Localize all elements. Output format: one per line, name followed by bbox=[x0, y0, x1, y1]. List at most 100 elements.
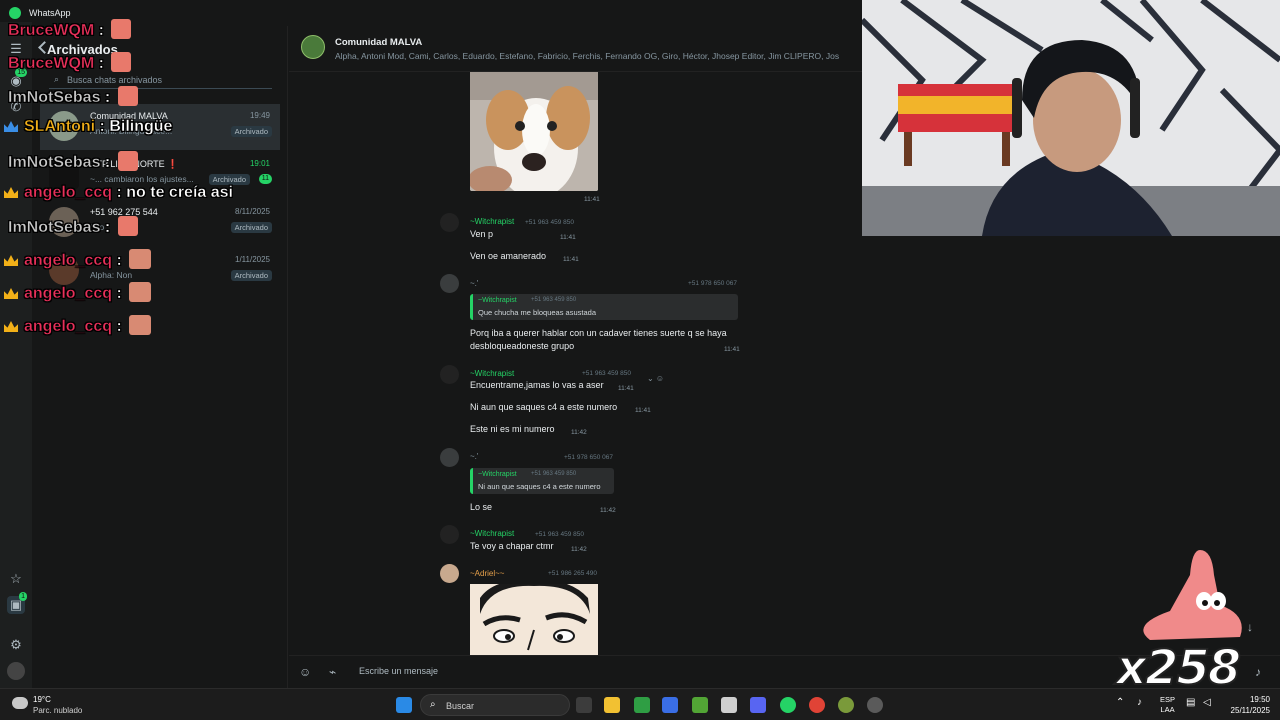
message-time: 11:41 bbox=[635, 407, 651, 414]
lang-code: ESP bbox=[1160, 695, 1176, 704]
message-time: 11:42 bbox=[600, 507, 616, 514]
cartoon-image[interactable] bbox=[470, 584, 598, 655]
weather-icon[interactable] bbox=[12, 697, 28, 709]
whatsapp-window: WhatsApp ☰ ◉ 15 ✆ ☆ ▣ 1 ⚙ Archivados ⌕ Bus… bbox=[0, 0, 1280, 697]
sender-name[interactable]: ~.' bbox=[470, 452, 478, 461]
patrick-emote-icon bbox=[1143, 550, 1242, 640]
group-name: Comunidad MALVA bbox=[335, 37, 423, 48]
chats-unread-badge: 15 bbox=[15, 68, 27, 77]
quote-text: Ni aun que saques c4 a este numero bbox=[478, 482, 601, 491]
message-options-icon[interactable]: ⌄ ☺ bbox=[647, 374, 664, 383]
group-members: Alpha, Antoni Mod, Cami, Carlos, Eduardo… bbox=[335, 51, 840, 61]
archived-search[interactable]: ⌕ Busca chats archivados bbox=[49, 71, 272, 89]
sender-name[interactable]: ~Witchrapist bbox=[470, 217, 514, 226]
emoji-icon[interactable]: ☺ bbox=[299, 665, 311, 679]
taskbar-clock[interactable]: 19:50 25/11/2025 bbox=[1231, 694, 1270, 716]
chat-item[interactable]: 1/11/2025 Alpha: Non Archivado bbox=[40, 248, 280, 294]
sender-avatar[interactable] bbox=[440, 365, 459, 384]
sender-name[interactable]: ~Witchrapist bbox=[470, 369, 514, 378]
attach-icon[interactable]: ⌁ bbox=[329, 665, 336, 679]
notepad-icon[interactable] bbox=[721, 697, 737, 713]
sender-phone: +51 963 459 850 bbox=[582, 370, 631, 377]
xbox-icon[interactable] bbox=[634, 697, 650, 713]
file-explorer-icon[interactable] bbox=[604, 697, 620, 713]
chat-name: +51 962 275 544 bbox=[90, 207, 158, 217]
message-time: 11:42 bbox=[571, 429, 587, 436]
sender-avatar[interactable] bbox=[440, 525, 459, 544]
chat-time: 19:49 bbox=[249, 111, 270, 120]
taskbar-search[interactable]: ⌕ Buscar bbox=[420, 694, 570, 716]
group-avatar bbox=[301, 35, 325, 59]
whatsapp-icon[interactable] bbox=[780, 697, 796, 713]
weather-desc[interactable]: Parc. nublado bbox=[33, 706, 82, 715]
unread-count: 11 bbox=[258, 174, 272, 184]
archived-panel: Archivados ⌕ Busca chats archivados Comu… bbox=[32, 26, 288, 688]
sender-phone: +51 978 650 067 bbox=[564, 454, 613, 461]
sender-phone: +51 963 459 850 bbox=[525, 219, 574, 226]
tray-chevron-icon[interactable]: ⌃ bbox=[1116, 698, 1124, 708]
message-text: Encuentrame,jamas lo vas a aser bbox=[470, 380, 604, 390]
chat-item[interactable]: +51 962 275 544 8/11/2025 foto Archivado bbox=[40, 200, 280, 246]
clock-time: 19:50 bbox=[1249, 695, 1270, 704]
sender-avatar[interactable] bbox=[440, 213, 459, 232]
chats-icon[interactable]: ◉ 15 bbox=[7, 68, 27, 90]
quote-text: Que chucha me bloqueas asustada bbox=[478, 308, 596, 317]
minecraft-icon[interactable] bbox=[692, 697, 708, 713]
sender-avatar[interactable] bbox=[440, 448, 459, 467]
windows-start-icon[interactable] bbox=[396, 697, 412, 713]
microphone-icon[interactable]: ♪ bbox=[1255, 665, 1261, 679]
message-text: Porq iba a querer hablar con un cadaver … bbox=[470, 328, 727, 338]
store-icon[interactable] bbox=[662, 697, 678, 713]
message-input[interactable]: Escribe un mensaje bbox=[359, 666, 438, 676]
image-time: 11:41 bbox=[584, 196, 600, 203]
archived-badge: 1 bbox=[19, 592, 27, 601]
chat-item[interactable]: UTP LIMA NORTE ❗ 19:01 ~... cambiaron lo… bbox=[40, 152, 280, 198]
sender-name[interactable]: ~.' bbox=[470, 279, 478, 288]
calls-icon[interactable]: ✆ bbox=[7, 98, 25, 116]
menu-icon[interactable]: ☰ bbox=[7, 40, 25, 58]
profile-avatar[interactable] bbox=[7, 662, 25, 680]
window-title: WhatsApp bbox=[29, 8, 71, 18]
archived-icon[interactable]: ▣ 1 bbox=[7, 592, 27, 614]
quote-phone: +51 963 459 850 bbox=[531, 297, 577, 303]
volume-icon[interactable]: ◁ bbox=[1203, 698, 1211, 708]
dog-image[interactable] bbox=[470, 72, 598, 191]
weather-temp[interactable]: 19°C bbox=[33, 695, 51, 704]
avatar bbox=[49, 159, 79, 189]
chat-item[interactable]: Comunidad MALVA 19:49 Antoni: Bilingüe a… bbox=[40, 104, 280, 150]
message-time: 11:41 bbox=[563, 256, 579, 263]
chat-time: 1/11/2025 bbox=[235, 255, 270, 264]
quoted-message[interactable]: ~Witchrapist +51 963 459 850 Ni aun que … bbox=[470, 468, 614, 494]
mic-tray-icon[interactable]: ♪ bbox=[1137, 698, 1142, 708]
chat-header[interactable]: Comunidad MALVA Alpha, Antoni Mod, Cami,… bbox=[289, 26, 862, 72]
message-text: Te voy a chapar ctmr bbox=[470, 541, 554, 551]
chat-last-message: ~... cambiaron los ajustes... bbox=[90, 174, 194, 184]
lang-layout: LAA bbox=[1160, 705, 1175, 714]
message-text: desbloqueadoneste grupo bbox=[470, 341, 575, 351]
starred-icon[interactable]: ☆ bbox=[7, 570, 25, 588]
chat-last-message: Alpha: Non bbox=[90, 270, 133, 280]
task-view-icon[interactable] bbox=[576, 697, 592, 713]
app-icon[interactable] bbox=[838, 697, 854, 713]
sender-avatar[interactable] bbox=[440, 564, 459, 583]
network-icon[interactable]: ▤ bbox=[1186, 698, 1195, 708]
search-icon: ⌕ bbox=[430, 699, 436, 710]
discord-icon[interactable] bbox=[750, 697, 766, 713]
settings-icon[interactable]: ⚙ bbox=[7, 636, 25, 654]
sender-name[interactable]: ~Adriel~~ bbox=[470, 569, 504, 578]
avatar bbox=[49, 111, 79, 141]
sender-name[interactable]: ~Witchrapist bbox=[470, 529, 514, 538]
icon-rail: ☰ ◉ 15 ✆ ☆ ▣ 1 ⚙ bbox=[0, 22, 32, 688]
title-bar: WhatsApp bbox=[0, 0, 860, 26]
message-text: Ni aun que saques c4 a este numero bbox=[470, 402, 618, 412]
quote-phone: +51 963 459 850 bbox=[531, 471, 577, 477]
quoted-message[interactable]: ~Witchrapist +51 963 459 850 Que chucha … bbox=[470, 294, 738, 320]
language-indicator[interactable]: ESP LAA bbox=[1160, 695, 1175, 715]
settings-app-icon[interactable] bbox=[867, 697, 883, 713]
message-time: 11:41 bbox=[618, 385, 634, 392]
sender-phone: +51 963 459 850 bbox=[535, 531, 584, 538]
message-time: 11:41 bbox=[560, 234, 576, 241]
chrome-icon[interactable] bbox=[809, 697, 825, 713]
sender-phone: +51 978 650 067 bbox=[688, 280, 737, 287]
sender-avatar[interactable] bbox=[440, 274, 459, 293]
